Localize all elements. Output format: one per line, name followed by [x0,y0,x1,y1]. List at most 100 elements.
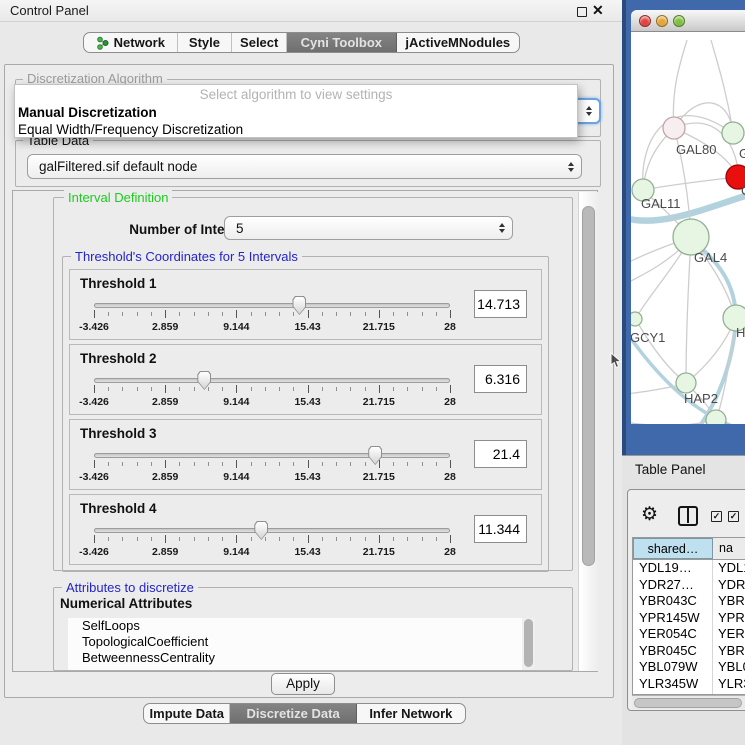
shared-name-cell[interactable]: YLR345W [633,676,713,693]
attribute-item[interactable]: SelfLoops [68,618,535,634]
popup-option[interactable]: Manual Discretization [18,104,157,121]
checkbox-icon[interactable]: ✓ [728,511,739,522]
table-panel-header-bar: Table Panel [622,455,745,483]
slider-track[interactable] [94,528,450,533]
slider-scale-label: 2.859 [152,396,178,408]
threshold-value-field[interactable]: 21.4 [474,440,527,468]
settings-vertical-scrollbar[interactable] [578,192,598,671]
slider-track[interactable] [94,453,450,458]
table-row[interactable]: YBL079WYBL0 [633,659,745,676]
threshold-slider[interactable]: -3.4262.8599.14415.4321.71528 [70,371,543,413]
table-row[interactable]: YDL19…YDL1 [633,560,745,577]
slider-tick [365,312,366,316]
table-row[interactable]: YBR045CYBR0 [633,643,745,660]
horizontal-scrollbar-thumb[interactable] [634,698,742,708]
tab-cyni-toolbox[interactable]: Cyni Toolbox [287,33,397,52]
slider-tick [350,462,351,466]
slider-tick [293,537,294,541]
minimize-traffic-icon[interactable] [656,15,668,27]
slider-thumb[interactable] [292,296,306,315]
list-scrollbar[interactable] [522,618,535,670]
name-cell[interactable]: YER0 [713,626,745,643]
tab-style[interactable]: Style [178,33,233,52]
slider-tick [450,535,451,543]
shared-name-cell[interactable]: YDL19… [633,560,713,577]
apply-button[interactable]: Apply [271,673,335,695]
tab-select[interactable]: Select [232,33,287,52]
name-cell[interactable]: YDR2 [713,577,745,594]
table-row[interactable]: YPR145WYPR1 [633,610,745,627]
shared-name-cell[interactable]: YER054C [633,626,713,643]
slider-tick [308,535,309,543]
tab-network[interactable]: Network [84,33,178,52]
tab-discretize-data[interactable]: Discretize Data [230,704,356,723]
shared-name-cell[interactable]: YBL079W [633,659,713,676]
number-of-intervals-combobox[interactable]: 5 [224,216,513,240]
slider-tick [422,462,423,466]
slider-tick [165,310,166,318]
tab-label: Network [114,35,165,50]
node-label: C [741,183,745,198]
column-header-shared-name[interactable]: shared… [633,538,713,559]
slider-track[interactable] [94,378,450,383]
threshold-value-field[interactable]: 6.316 [474,365,527,393]
name-cell[interactable]: YDL1 [713,560,745,577]
close-icon[interactable]: ✕ [592,2,604,19]
name-cell[interactable]: YLR3 [713,676,745,693]
popup-option[interactable]: Equal Width/Frequency Discretization [18,121,243,138]
slider-thumb[interactable] [254,521,268,540]
slider-thumb[interactable] [197,371,211,390]
horizontal-scrollbar[interactable] [632,695,745,709]
tab-jactivemnodules[interactable]: jActiveMNodules [397,33,519,52]
slider-scale-label: 9.144 [223,321,249,333]
name-cell[interactable]: YBR0 [713,593,745,610]
attribute-item[interactable]: BetweennessCentrality [68,650,535,666]
thresholds-group-title: Threshold's Coordinates for 5 Intervals [71,249,302,264]
shared-name-cell[interactable]: YBR043C [633,593,713,610]
network-node[interactable] [722,122,744,144]
zoom-traffic-icon[interactable] [673,15,685,27]
table-row[interactable]: YLR345WYLR3 [633,676,745,693]
threshold-value-field[interactable]: 11.344 [474,515,527,543]
slider-tick [222,312,223,316]
checkbox-icon[interactable]: ✓ [711,511,722,522]
list-scrollbar-thumb[interactable] [524,619,533,667]
shared-name-cell[interactable]: YPR145W [633,610,713,627]
table-row[interactable]: YDR27…YDR2 [633,577,745,594]
shared-name-cell[interactable]: YDR27… [633,577,713,594]
network-node[interactable] [631,312,642,326]
network-node[interactable] [676,373,696,393]
shared-name-cell[interactable]: YBR045C [633,643,713,660]
slider-tick [94,535,95,543]
network-canvas[interactable]: GAL80GGAL11CGAL4GCY1HHAP2 [631,32,745,424]
network-node[interactable] [663,117,685,139]
split-columns-icon[interactable] [678,506,698,526]
table-data-combobox[interactable]: galFiltered.sif default node [27,154,582,179]
name-cell[interactable]: YBR0 [713,643,745,660]
slider-track[interactable] [94,303,450,308]
name-cell[interactable]: YBL0 [713,659,745,676]
tab-impute-data[interactable]: Impute Data [144,704,230,723]
attribute-item[interactable]: TopologicalCoefficient [68,634,535,650]
column-header-name[interactable]: na [713,538,745,559]
slider-thumb[interactable] [368,446,382,465]
close-traffic-icon[interactable] [639,15,651,27]
threshold-slider[interactable]: -3.4262.8599.14415.4321.71528 [70,446,543,488]
threshold-slider[interactable]: -3.4262.8599.14415.4321.71528 [70,521,543,563]
slider-scale-label: 15.43 [294,396,320,408]
slider-tick [279,462,280,466]
table-row[interactable]: YER054CYER0 [633,626,745,643]
network-node[interactable] [706,410,726,424]
settings-scrollbar-thumb[interactable] [582,206,595,566]
slider-tick [279,312,280,316]
threshold-value-field[interactable]: 14.713 [474,290,527,318]
slider-tick [450,385,451,393]
slider-tick [293,462,294,466]
threshold-slider[interactable]: -3.4262.8599.14415.4321.71528 [70,296,543,338]
name-cell[interactable]: YPR1 [713,610,745,627]
slider-tick [365,462,366,466]
tab-infer-network[interactable]: Infer Network [357,704,465,723]
table-row[interactable]: YBR043CYBR0 [633,593,745,610]
gear-icon[interactable]: ⚙ [641,503,658,526]
float-window-icon[interactable] [577,7,587,17]
